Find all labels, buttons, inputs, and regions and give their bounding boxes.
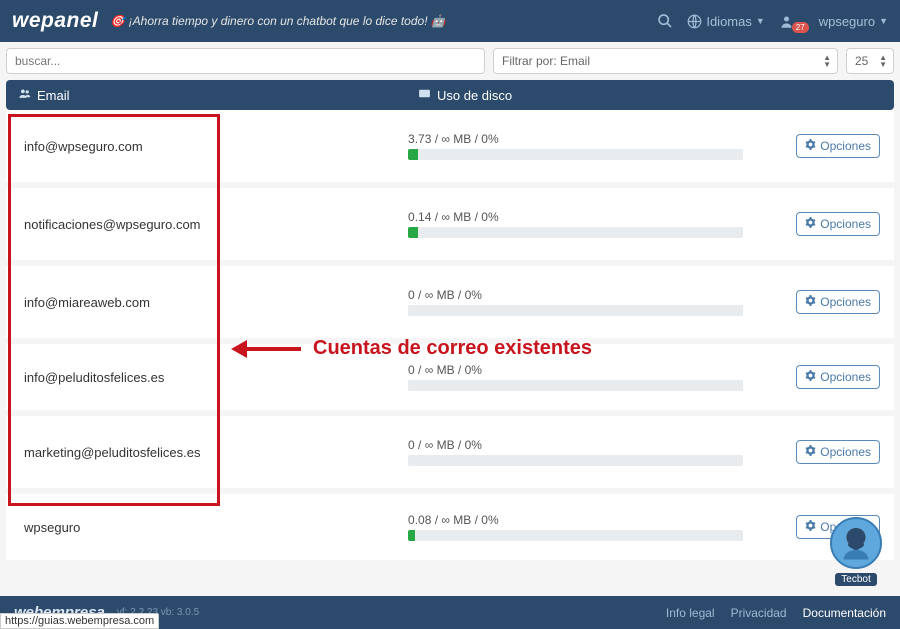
options-label: Opciones bbox=[820, 445, 871, 459]
bot-label: Tecbot bbox=[835, 573, 876, 586]
disk-cell: 3.73 / ∞ MB / 0% bbox=[396, 132, 773, 160]
disk-cell: 0.14 / ∞ MB / 0% bbox=[396, 210, 773, 238]
page-size-select[interactable]: 25 ▲▼ bbox=[846, 48, 894, 74]
options-button[interactable]: Opciones bbox=[796, 212, 880, 236]
page-size-value: 25 bbox=[855, 54, 868, 68]
topbar-left: wepanel 🎯 ¡Ahorra tiempo y dinero con un… bbox=[12, 9, 446, 33]
topbar: wepanel 🎯 ¡Ahorra tiempo y dinero con un… bbox=[0, 0, 900, 42]
select-arrows-icon: ▲▼ bbox=[879, 54, 887, 68]
promo-text: ¡Ahorra tiempo y dinero con un chatbot q… bbox=[129, 14, 428, 28]
email-cell: marketing@peluditosfelices.es bbox=[6, 445, 396, 460]
table-row: info@miareaweb.com 0 / ∞ MB / 0% Opcione… bbox=[6, 266, 894, 344]
user-menu[interactable]: 27 wpseguro ▼ bbox=[779, 14, 888, 29]
notif-badge: 27 bbox=[792, 22, 809, 33]
footer-link-privacy[interactable]: Privacidad bbox=[731, 606, 787, 620]
chevron-down-icon: ▼ bbox=[756, 16, 765, 26]
target-icon: 🎯 bbox=[110, 14, 125, 28]
options-button[interactable]: Opciones bbox=[796, 134, 880, 158]
gear-icon bbox=[805, 445, 816, 459]
search-icon bbox=[657, 13, 673, 29]
options-button[interactable]: Opciones bbox=[796, 440, 880, 464]
gear-icon bbox=[805, 520, 816, 534]
logo[interactable]: wepanel bbox=[12, 9, 98, 33]
table-row: notificaciones@wpseguro.com 0.14 / ∞ MB … bbox=[6, 188, 894, 266]
col-header-email[interactable]: Email bbox=[6, 80, 406, 110]
options-label: Opciones bbox=[820, 295, 871, 309]
disk-usage-text: 3.73 / ∞ MB / 0% bbox=[408, 132, 743, 146]
gear-icon bbox=[805, 370, 816, 384]
disk-cell: 0 / ∞ MB / 0% bbox=[396, 438, 773, 466]
email-cell: info@peluditosfelices.es bbox=[6, 370, 396, 385]
gear-icon bbox=[805, 139, 816, 153]
col-header-disk[interactable]: Uso de disco bbox=[406, 80, 894, 110]
table-row: info@wpseguro.com 3.73 / ∞ MB / 0% Opcio… bbox=[6, 110, 894, 188]
progress-bar bbox=[408, 530, 743, 541]
status-bar-url: https://guias.webempresa.com bbox=[0, 613, 159, 629]
topbar-right: Idiomas ▼ 27 wpseguro ▼ bbox=[657, 13, 888, 29]
bot-avatar-icon bbox=[830, 517, 882, 569]
email-rows: Cuentas de correo existentes info@wpsegu… bbox=[6, 110, 894, 566]
col-disk-label: Uso de disco bbox=[437, 88, 512, 103]
progress-bar bbox=[408, 305, 743, 316]
gear-icon bbox=[805, 217, 816, 231]
progress-bar bbox=[408, 149, 743, 160]
chatbot-launcher[interactable]: Tecbot bbox=[830, 517, 882, 587]
globe-icon bbox=[687, 14, 702, 29]
options-label: Opciones bbox=[820, 370, 871, 384]
disk-usage-text: 0 / ∞ MB / 0% bbox=[408, 363, 743, 377]
gear-icon bbox=[805, 295, 816, 309]
email-cell: info@miareaweb.com bbox=[6, 295, 396, 310]
search-button[interactable] bbox=[657, 13, 673, 29]
disk-usage-text: 0 / ∞ MB / 0% bbox=[408, 438, 743, 452]
table-header: Email Uso de disco bbox=[6, 80, 894, 110]
disk-cell: 0 / ∞ MB / 0% bbox=[396, 363, 773, 391]
disk-usage-text: 0 / ∞ MB / 0% bbox=[408, 288, 743, 302]
options-button[interactable]: Opciones bbox=[796, 365, 880, 389]
disk-usage-text: 0.08 / ∞ MB / 0% bbox=[408, 513, 743, 527]
footer-link-docs[interactable]: Documentación bbox=[803, 606, 886, 620]
language-menu[interactable]: Idiomas ▼ bbox=[687, 14, 764, 29]
email-cell: wpseguro bbox=[6, 520, 396, 535]
email-cell: notificaciones@wpseguro.com bbox=[6, 217, 396, 232]
robot-icon: 🤖 bbox=[431, 14, 446, 28]
controls-bar: Filtrar por: Email ▲▼ 25 ▲▼ bbox=[0, 42, 900, 80]
filter-select[interactable]: Filtrar por: Email ▲▼ bbox=[493, 48, 838, 74]
progress-bar bbox=[408, 227, 743, 238]
users-icon bbox=[18, 87, 31, 103]
options-button[interactable]: Opciones bbox=[796, 290, 880, 314]
progress-bar bbox=[408, 380, 743, 391]
table-row: info@peluditosfelices.es 0 / ∞ MB / 0% O… bbox=[6, 344, 894, 416]
filter-value: Filtrar por: Email bbox=[502, 54, 590, 68]
disk-usage-text: 0.14 / ∞ MB / 0% bbox=[408, 210, 743, 224]
username: wpseguro bbox=[819, 14, 875, 29]
disk-cell: 0 / ∞ MB / 0% bbox=[396, 288, 773, 316]
email-cell: info@wpseguro.com bbox=[6, 139, 396, 154]
select-arrows-icon: ▲▼ bbox=[823, 54, 831, 68]
disk-icon bbox=[418, 87, 431, 103]
options-label: Opciones bbox=[820, 139, 871, 153]
search-input[interactable] bbox=[6, 48, 485, 74]
table-row: wpseguro 0.08 / ∞ MB / 0% Opciones bbox=[6, 494, 894, 566]
progress-bar bbox=[408, 455, 743, 466]
footer-links: Info legal Privacidad Documentación bbox=[666, 606, 886, 620]
language-label: Idiomas bbox=[706, 14, 752, 29]
chevron-down-icon: ▼ bbox=[879, 16, 888, 26]
options-label: Opciones bbox=[820, 217, 871, 231]
promo-banner[interactable]: 🎯 ¡Ahorra tiempo y dinero con un chatbot… bbox=[110, 14, 445, 28]
footer-link-legal[interactable]: Info legal bbox=[666, 606, 715, 620]
table-row: marketing@peluditosfelices.es 0 / ∞ MB /… bbox=[6, 416, 894, 494]
disk-cell: 0.08 / ∞ MB / 0% bbox=[396, 513, 773, 541]
col-email-label: Email bbox=[37, 88, 70, 103]
